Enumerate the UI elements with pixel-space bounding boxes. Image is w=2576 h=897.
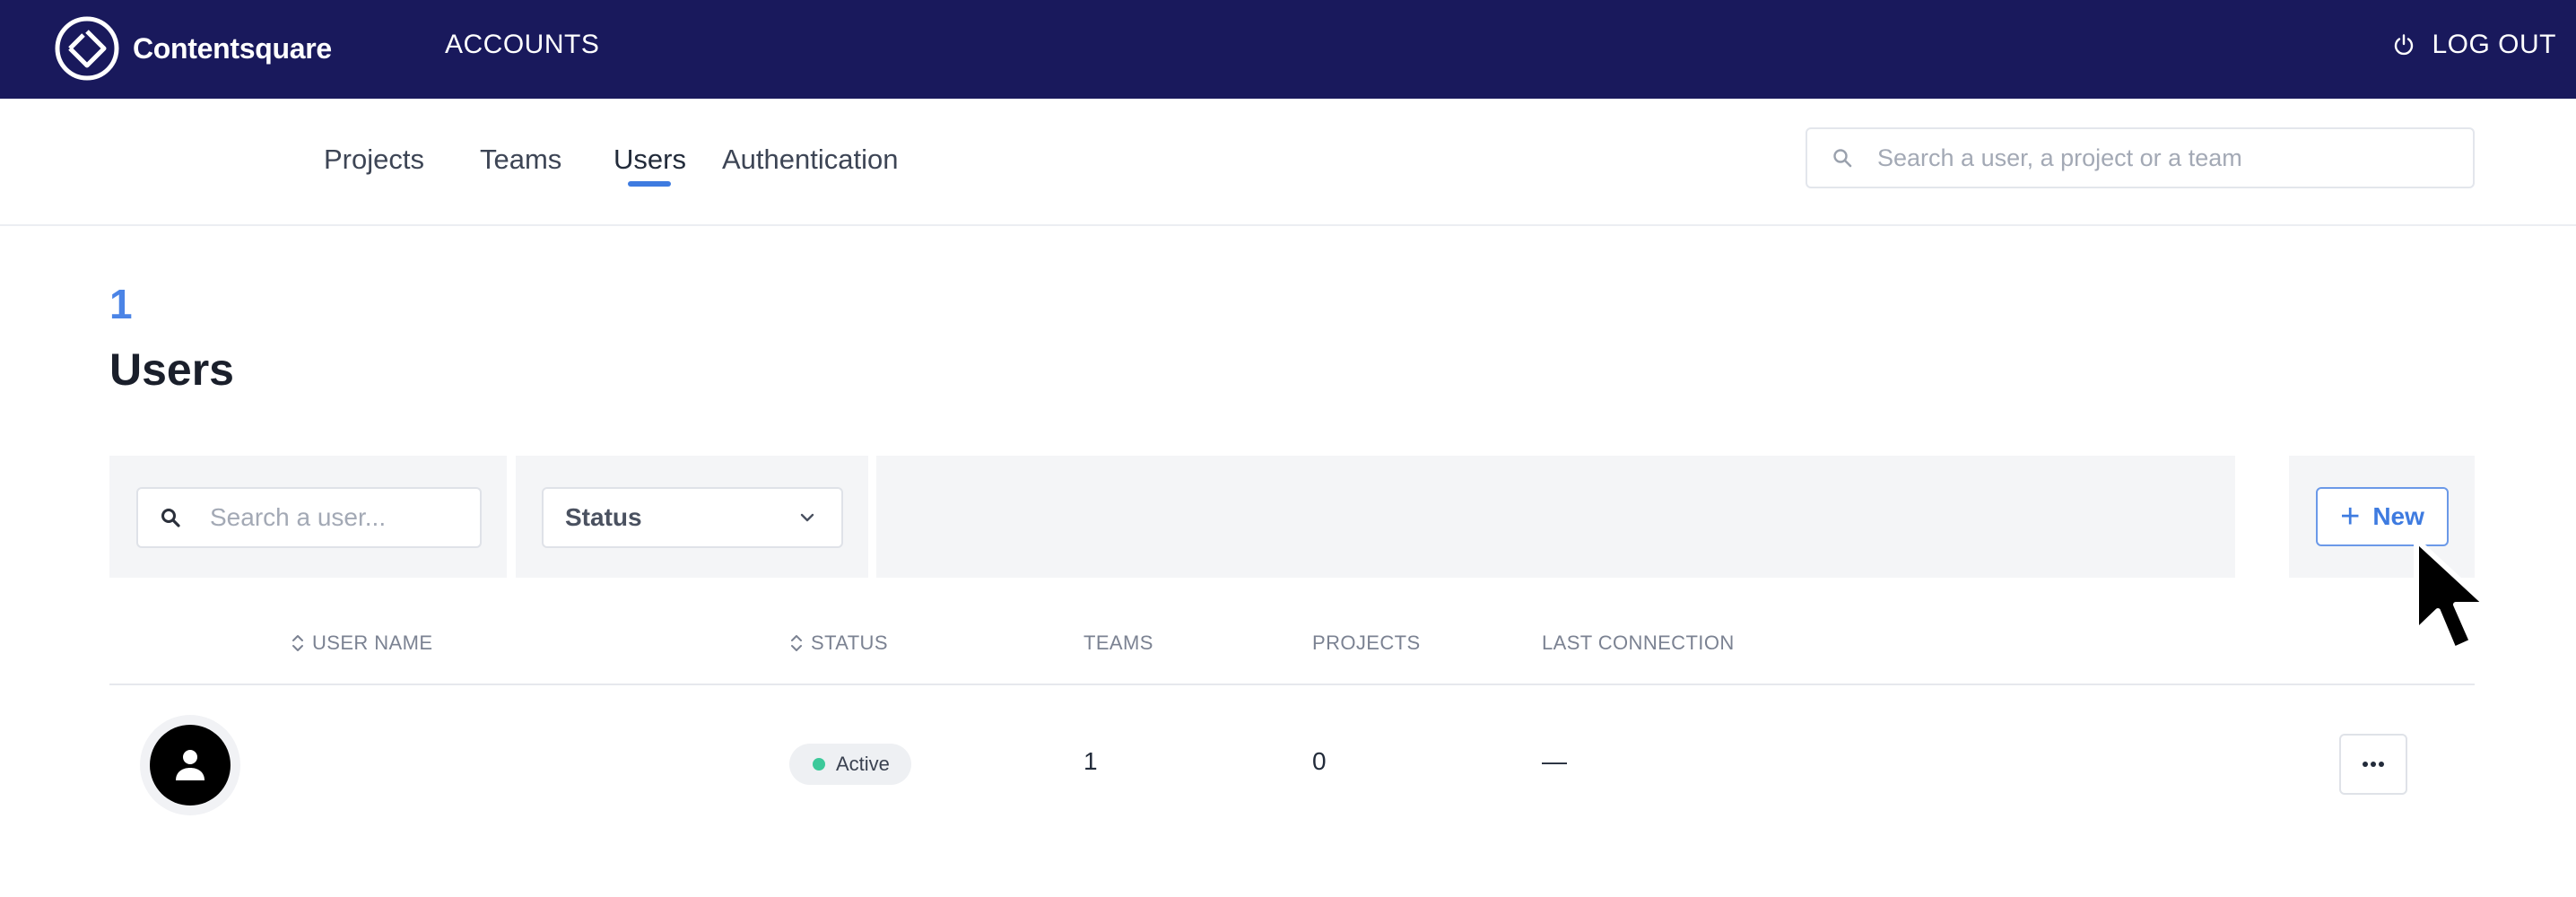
tab-authentication[interactable]: Authentication (722, 144, 898, 176)
row-actions-button[interactable] (2339, 734, 2407, 795)
global-search-box (1806, 127, 2475, 188)
tab-projects[interactable]: Projects (324, 144, 424, 176)
power-icon (2395, 34, 2414, 56)
accounts-nav-link[interactable]: ACCOUNTS (445, 30, 599, 60)
column-header-user-name[interactable]: USER NAME (291, 631, 432, 655)
column-header-projects: PROJECTS (1312, 631, 1421, 654)
tab-teams[interactable]: Teams (480, 144, 561, 176)
table-header-divider (109, 684, 2475, 685)
user-icon (176, 750, 205, 780)
last-connection-cell: — (1542, 747, 1567, 775)
new-user-button-label: New (2372, 502, 2424, 530)
logout-label: LOG OUT (2432, 30, 2556, 59)
sort-icon (791, 635, 802, 651)
chevron-down-icon (800, 513, 814, 522)
users-count: 1 (109, 281, 133, 327)
search-icon (161, 509, 180, 527)
section-tabs-bar: Projects Teams Users Authentication (0, 99, 2576, 226)
teams-count-cell: 1 (1083, 747, 1098, 775)
projects-count-cell: 0 (1312, 747, 1327, 775)
mouse-pointer-icon (2414, 537, 2489, 652)
avatar (150, 725, 231, 806)
more-horizontal-icon (2363, 762, 2384, 767)
sort-icon (292, 635, 303, 651)
top-navigation-bar: Contentsquare ACCOUNTS LOG OUT (0, 0, 2576, 99)
user-search-box (136, 487, 482, 548)
column-header-label: STATUS (811, 631, 888, 654)
active-tab-indicator (628, 181, 671, 187)
filter-panel-spacer (876, 456, 2235, 578)
tab-users[interactable]: Users (614, 144, 686, 176)
status-dot (813, 758, 825, 771)
status-filter-dropdown[interactable]: Status (542, 487, 843, 548)
brand-logo[interactable]: Contentsquare (54, 15, 332, 82)
status-filter-label: Status (565, 503, 642, 531)
status-badge-label: Active (836, 753, 890, 775)
user-search-input[interactable] (208, 502, 472, 533)
page-title: Users (109, 344, 234, 395)
search-icon (1833, 149, 1852, 168)
status-badge: Active (789, 744, 911, 785)
logout-button[interactable]: LOG OUT (2392, 30, 2556, 60)
global-search-input[interactable] (1875, 143, 2453, 173)
contentsquare-logo-icon (55, 16, 119, 81)
plus-icon: + (2340, 498, 2361, 536)
column-header-status[interactable]: STATUS (789, 631, 888, 655)
column-header-label: USER NAME (312, 631, 433, 654)
column-header-last-connection: LAST CONNECTION (1542, 631, 1735, 654)
brand-name: Contentsquare (133, 31, 332, 65)
column-header-teams: TEAMS (1083, 631, 1153, 654)
